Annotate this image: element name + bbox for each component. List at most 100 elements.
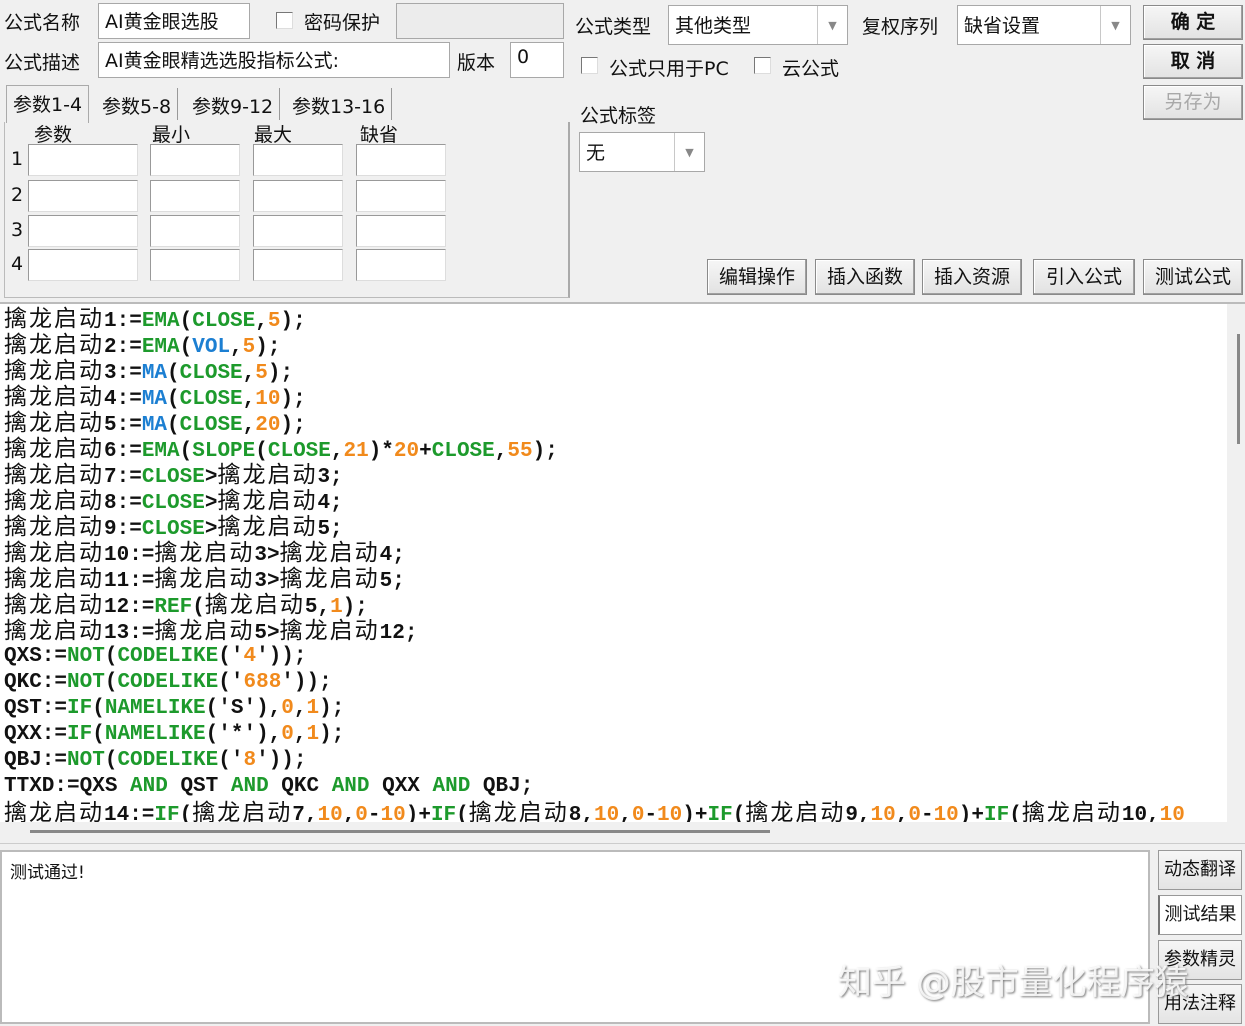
code-token: 9:= [104, 518, 142, 541]
code-line: 擒龙启动13:=擒龙启动5>擒龙启动12; [4, 618, 417, 645]
edit-ops-button[interactable]: 编辑操作 [707, 259, 807, 295]
save-as-button[interactable]: 另存为 [1143, 85, 1243, 120]
code-token: (' [218, 749, 244, 772]
code-line: 擒龙启动14:=IF(擒龙启动7,10,0-10)+IF(擒龙启动8,10,0-… [4, 800, 1185, 822]
param-input-缺省[interactable] [356, 144, 446, 176]
param-input-参数[interactable] [28, 249, 138, 281]
formula-tag-select[interactable]: 无 ▼ [579, 132, 705, 172]
param-input-缺省[interactable] [356, 215, 446, 247]
password-checkbox[interactable] [276, 12, 293, 29]
chevron-down-icon[interactable]: ▼ [1100, 6, 1130, 44]
code-token: 擒龙启动 [154, 540, 255, 566]
cancel-button[interactable]: 取 消 [1143, 44, 1243, 79]
code-token: CLOSE [179, 362, 243, 385]
param-input-最小[interactable] [150, 215, 240, 247]
param-input-缺省[interactable] [356, 180, 446, 212]
test-formula-button[interactable]: 测试公式 [1143, 259, 1243, 295]
tab-params-5-8[interactable]: 参数5-8 [96, 88, 179, 120]
code-token: ); [280, 388, 306, 411]
code-token: IF [430, 804, 457, 822]
tab-params-9-12[interactable]: 参数9-12 [186, 88, 281, 120]
tab-params-13-16[interactable]: 参数13-16 [286, 88, 393, 120]
code-token: CODELIKE [117, 749, 219, 772]
code-token: - [644, 804, 658, 822]
code-token: )+ [405, 804, 431, 822]
code-editor[interactable]: 擒龙启动1:=EMA(CLOSE,5); 擒龙启动2:=EMA(VOL,5); 擒龙… [0, 302, 1245, 822]
chevron-down-icon[interactable]: ▼ [817, 6, 847, 44]
param-input-最大[interactable] [253, 180, 343, 212]
code-token: 10 [870, 804, 896, 822]
cloud-checkbox[interactable] [754, 57, 771, 74]
code-token: EMA [141, 336, 180, 359]
rights-select[interactable]: 缺省设置 ▼ [957, 5, 1131, 45]
formula-tag-value: 无 [586, 142, 606, 164]
code-token: ( [192, 596, 205, 619]
code-token: 擒龙启动 [4, 410, 104, 436]
param-input-参数[interactable] [28, 144, 138, 176]
code-token: 1 [330, 596, 343, 619]
import-formula-button[interactable]: 引入公式 [1033, 259, 1135, 295]
code-line: 擒龙启动10:=擒龙启动3>擒龙启动4; [4, 540, 405, 567]
code-token: (' [218, 671, 244, 694]
test-result-button[interactable]: 测试结果 [1158, 895, 1242, 935]
param-input-参数[interactable] [28, 180, 138, 212]
insert-resource-button[interactable]: 插入资源 [922, 259, 1022, 295]
code-line: 擒龙启动5:=MA(CLOSE,20); [4, 410, 306, 437]
formula-tag-label: 公式标签 [580, 105, 657, 127]
code-token: CLOSE [267, 440, 331, 463]
vertical-scrollbar[interactable] [1227, 304, 1245, 822]
code-token: ); [532, 440, 558, 463]
param-input-最小[interactable] [150, 249, 240, 281]
code-token: 5 [267, 310, 281, 333]
formula-desc-input[interactable]: AI黄金眼精选选股指标公式: [98, 42, 450, 78]
code-line: QKC:=NOT(CODELIKE('688')); [4, 670, 332, 696]
code-token: IF [984, 804, 1010, 822]
formula-name-input[interactable]: AI黄金眼选股 [98, 3, 250, 39]
code-token: ( [732, 804, 746, 822]
code-token: > [204, 466, 218, 489]
code-token: 10 [594, 804, 620, 822]
insert-function-button[interactable]: 插入函数 [815, 259, 915, 295]
code-token: CLOSE [179, 388, 243, 411]
code-token: IF [707, 804, 733, 822]
chevron-down-icon[interactable]: ▼ [674, 133, 704, 171]
code-token: 擒龙启动 [4, 306, 104, 332]
code-token: )* [368, 440, 394, 463]
param-input-缺省[interactable] [356, 249, 446, 281]
code-token: ( [104, 749, 118, 772]
horizontal-scroll-thumb[interactable] [30, 830, 770, 833]
code-token: ( [456, 804, 469, 822]
param-input-最大[interactable] [253, 249, 343, 281]
param-input-最大[interactable] [253, 215, 343, 247]
param-input-最小[interactable] [150, 144, 240, 176]
code-token: 擒龙启动 [154, 566, 255, 592]
param-input-最小[interactable] [150, 180, 240, 212]
code-token: TTXD:=QXS [4, 775, 131, 798]
code-token: 10 [657, 804, 683, 822]
code-token: ( [92, 723, 105, 746]
param-input-最大[interactable] [253, 144, 343, 176]
param-input-参数[interactable] [28, 215, 138, 247]
param-row-number: 4 [11, 253, 24, 275]
code-token: - [367, 804, 381, 822]
pc-only-checkbox[interactable] [581, 57, 598, 74]
code-token: )+ [958, 804, 985, 822]
code-token: + [419, 440, 432, 463]
code-token: 4; [317, 492, 343, 515]
code-token: ( [92, 697, 105, 720]
code-token: 21 [343, 440, 369, 463]
horizontal-scrollbar[interactable] [0, 822, 1245, 844]
tab-params-1-4[interactable]: 参数1-4 [6, 85, 90, 123]
code-token: 擒龙启动 [4, 332, 104, 358]
code-token: 0 [281, 723, 294, 746]
vertical-scroll-thumb[interactable] [1237, 334, 1240, 444]
formula-type-select[interactable]: 其他类型 ▼ [668, 5, 848, 45]
code-token: ); [255, 336, 281, 359]
password-input[interactable] [396, 3, 564, 39]
dynamic-translate-button[interactable]: 动态翻译 [1158, 850, 1242, 890]
param-header-name: 参数 [34, 124, 73, 146]
version-input[interactable]: 0 [510, 42, 564, 78]
code-token: QST:= [4, 697, 68, 720]
ok-button[interactable]: 确 定 [1143, 5, 1243, 40]
code-token: 10 [933, 804, 959, 822]
